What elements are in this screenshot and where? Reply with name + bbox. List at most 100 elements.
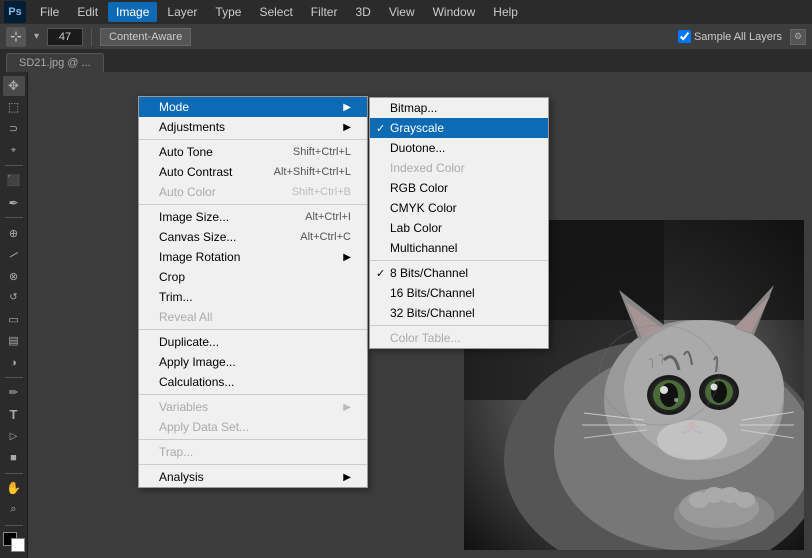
color-swatches[interactable] xyxy=(3,532,25,552)
menu-image[interactable]: Image xyxy=(108,2,157,22)
submenu-duotone[interactable]: Duotone... xyxy=(370,138,548,158)
img-separator-1 xyxy=(139,139,367,140)
submenu-8bit-label: 8 Bits/Channel xyxy=(390,266,468,280)
menu-item-reveal-all[interactable]: Reveal All xyxy=(139,307,367,327)
menu-item-canvas-size[interactable]: Canvas Size... Alt+Ctrl+C xyxy=(139,227,367,247)
submenu-lab-label: Lab Color xyxy=(390,221,442,235)
menu-item-calculations[interactable]: Calculations... xyxy=(139,372,367,392)
quick-select-tool[interactable]: ⌖ xyxy=(3,141,25,161)
lasso-tool[interactable]: ⊃ xyxy=(3,119,25,139)
submenu-indexed-color-label: Indexed Color xyxy=(390,161,465,175)
menu-bar: Ps File Edit Image Layer Type Select Fil… xyxy=(0,0,812,24)
auto-contrast-label: Auto Contrast xyxy=(159,165,232,179)
submenu-16bit-label: 16 Bits/Channel xyxy=(390,286,475,300)
menu-file[interactable]: File xyxy=(32,2,67,22)
menu-layer[interactable]: Layer xyxy=(159,2,205,22)
hand-icon: ✋ xyxy=(6,481,21,495)
spot-heal-icon: ⊕ xyxy=(9,227,18,240)
menu-item-adjustments[interactable]: Adjustments ▶ xyxy=(139,117,367,137)
sample-all-layers-checkbox[interactable] xyxy=(678,30,691,43)
pen-tool[interactable]: ✏ xyxy=(3,383,25,403)
clone-icon: ⊗ xyxy=(9,270,18,283)
brush-tool[interactable]: / xyxy=(3,245,25,265)
submenu-rgb[interactable]: RGB Color xyxy=(370,178,548,198)
document-tab[interactable]: SD21.jpg @ ... xyxy=(6,53,104,72)
adjustments-arrow: ▶ xyxy=(343,122,351,133)
menu-item-auto-color[interactable]: Auto Color Shift+Ctrl+B xyxy=(139,182,367,202)
submenu-grayscale[interactable]: ✓ Grayscale xyxy=(370,118,548,138)
marquee-icon: ⬚ xyxy=(8,100,19,114)
menu-item-apply-data-set[interactable]: Apply Data Set... xyxy=(139,417,367,437)
type-tool[interactable]: T xyxy=(3,405,25,425)
menu-item-auto-contrast[interactable]: Auto Contrast Alt+Shift+Ctrl+L xyxy=(139,162,367,182)
submenu-cmyk[interactable]: CMYK Color xyxy=(370,198,548,218)
canvas-size-shortcut: Alt+Ctrl+C xyxy=(300,231,351,243)
menu-item-analysis[interactable]: Analysis ▶ xyxy=(139,467,367,487)
path-select-icon: ▷ xyxy=(10,431,18,442)
img-separator-6 xyxy=(139,464,367,465)
menu-view[interactable]: View xyxy=(381,2,423,22)
image-size-shortcut: Alt+Ctrl+I xyxy=(305,211,351,223)
clone-tool[interactable]: ⊗ xyxy=(3,266,25,286)
trim-label: Trim... xyxy=(159,290,193,304)
submenu-8bit[interactable]: ✓ 8 Bits/Channel xyxy=(370,263,548,283)
img-separator-3 xyxy=(139,329,367,330)
menu-help[interactable]: Help xyxy=(485,2,526,22)
submenu-16bit[interactable]: 16 Bits/Channel xyxy=(370,283,548,303)
menu-filter[interactable]: Filter xyxy=(303,2,346,22)
submenu-lab[interactable]: Lab Color xyxy=(370,218,548,238)
menu-item-image-size[interactable]: Image Size... Alt+Ctrl+I xyxy=(139,207,367,227)
submenu-rgb-label: RGB Color xyxy=(390,181,448,195)
settings-icon[interactable]: ⚙ xyxy=(790,29,806,45)
menu-item-mode[interactable]: Mode ▶ Bitmap... ✓ Grayscale Duotone... xyxy=(139,97,367,117)
submenu-indexed-color[interactable]: Indexed Color xyxy=(370,158,548,178)
image-menu-dropdown: Mode ▶ Bitmap... ✓ Grayscale Duotone... xyxy=(138,96,368,488)
menu-item-apply-image[interactable]: Apply Image... xyxy=(139,352,367,372)
submenu-multichannel[interactable]: Multichannel xyxy=(370,238,548,258)
menu-item-variables[interactable]: Variables ▶ xyxy=(139,397,367,417)
menu-item-duplicate[interactable]: Duplicate... xyxy=(139,332,367,352)
toolbar-separator-4 xyxy=(5,473,23,474)
gradient-tool[interactable]: ▤ xyxy=(3,331,25,351)
grayscale-checkmark: ✓ xyxy=(376,122,385,135)
crop-icon: ⬛ xyxy=(7,174,21,187)
shape-tool[interactable]: ■ xyxy=(3,448,25,468)
zoom-tool[interactable]: ⌕ xyxy=(3,500,25,520)
background-color[interactable] xyxy=(11,538,25,552)
rotation-arrow: ▶ xyxy=(343,252,351,263)
ps-logo-text: Ps xyxy=(8,6,21,18)
move-tool[interactable]: ✥ xyxy=(3,76,25,96)
options-bar: ⊹ ▾ Content-Aware Sample All Layers ⚙ xyxy=(0,24,812,50)
menu-select[interactable]: Select xyxy=(251,2,300,22)
auto-color-shortcut: Shift+Ctrl+B xyxy=(292,186,351,198)
menu-item-image-rotation[interactable]: Image Rotation ▶ xyxy=(139,247,367,267)
menu-item-trap[interactable]: Trap... xyxy=(139,442,367,462)
eyedropper-icon: ✒ xyxy=(8,196,18,210)
variables-arrow: ▶ xyxy=(343,402,351,413)
menu-item-crop[interactable]: Crop xyxy=(139,267,367,287)
dodge-tool[interactable]: ◑ xyxy=(3,353,25,373)
eraser-tool[interactable]: ▭ xyxy=(3,310,25,330)
menu-item-mode-label: Mode xyxy=(159,100,189,114)
tool-size-input[interactable] xyxy=(47,28,83,46)
submenu-bitmap[interactable]: Bitmap... xyxy=(370,98,548,118)
eyedropper-tool[interactable]: ✒ xyxy=(3,193,25,213)
crop-tool[interactable]: ⬛ xyxy=(3,171,25,191)
menu-type[interactable]: Type xyxy=(207,2,249,22)
path-select-tool[interactable]: ▷ xyxy=(3,426,25,446)
submenu-color-table[interactable]: Color Table... xyxy=(370,328,548,348)
menu-item-trim[interactable]: Trim... xyxy=(139,287,367,307)
pen-icon: ✏ xyxy=(9,386,18,399)
content-aware-button[interactable]: Content-Aware xyxy=(100,28,191,46)
menu-window[interactable]: Window xyxy=(425,2,484,22)
apply-data-set-label: Apply Data Set... xyxy=(159,420,249,434)
hand-tool[interactable]: ✋ xyxy=(3,478,25,498)
history-brush-tool[interactable]: ↺ xyxy=(3,288,25,308)
marquee-tool[interactable]: ⬚ xyxy=(3,98,25,118)
submenu-32bit[interactable]: 32 Bits/Channel xyxy=(370,303,548,323)
workspace: ✥ ⬚ ⊃ ⌖ ⬛ ✒ ⊕ / ⊗ ↺ ▭ xyxy=(0,72,812,558)
spot-heal-tool[interactable]: ⊕ xyxy=(3,223,25,243)
menu-edit[interactable]: Edit xyxy=(69,2,106,22)
menu-item-auto-tone[interactable]: Auto Tone Shift+Ctrl+L xyxy=(139,142,367,162)
menu-3d[interactable]: 3D xyxy=(347,2,378,22)
